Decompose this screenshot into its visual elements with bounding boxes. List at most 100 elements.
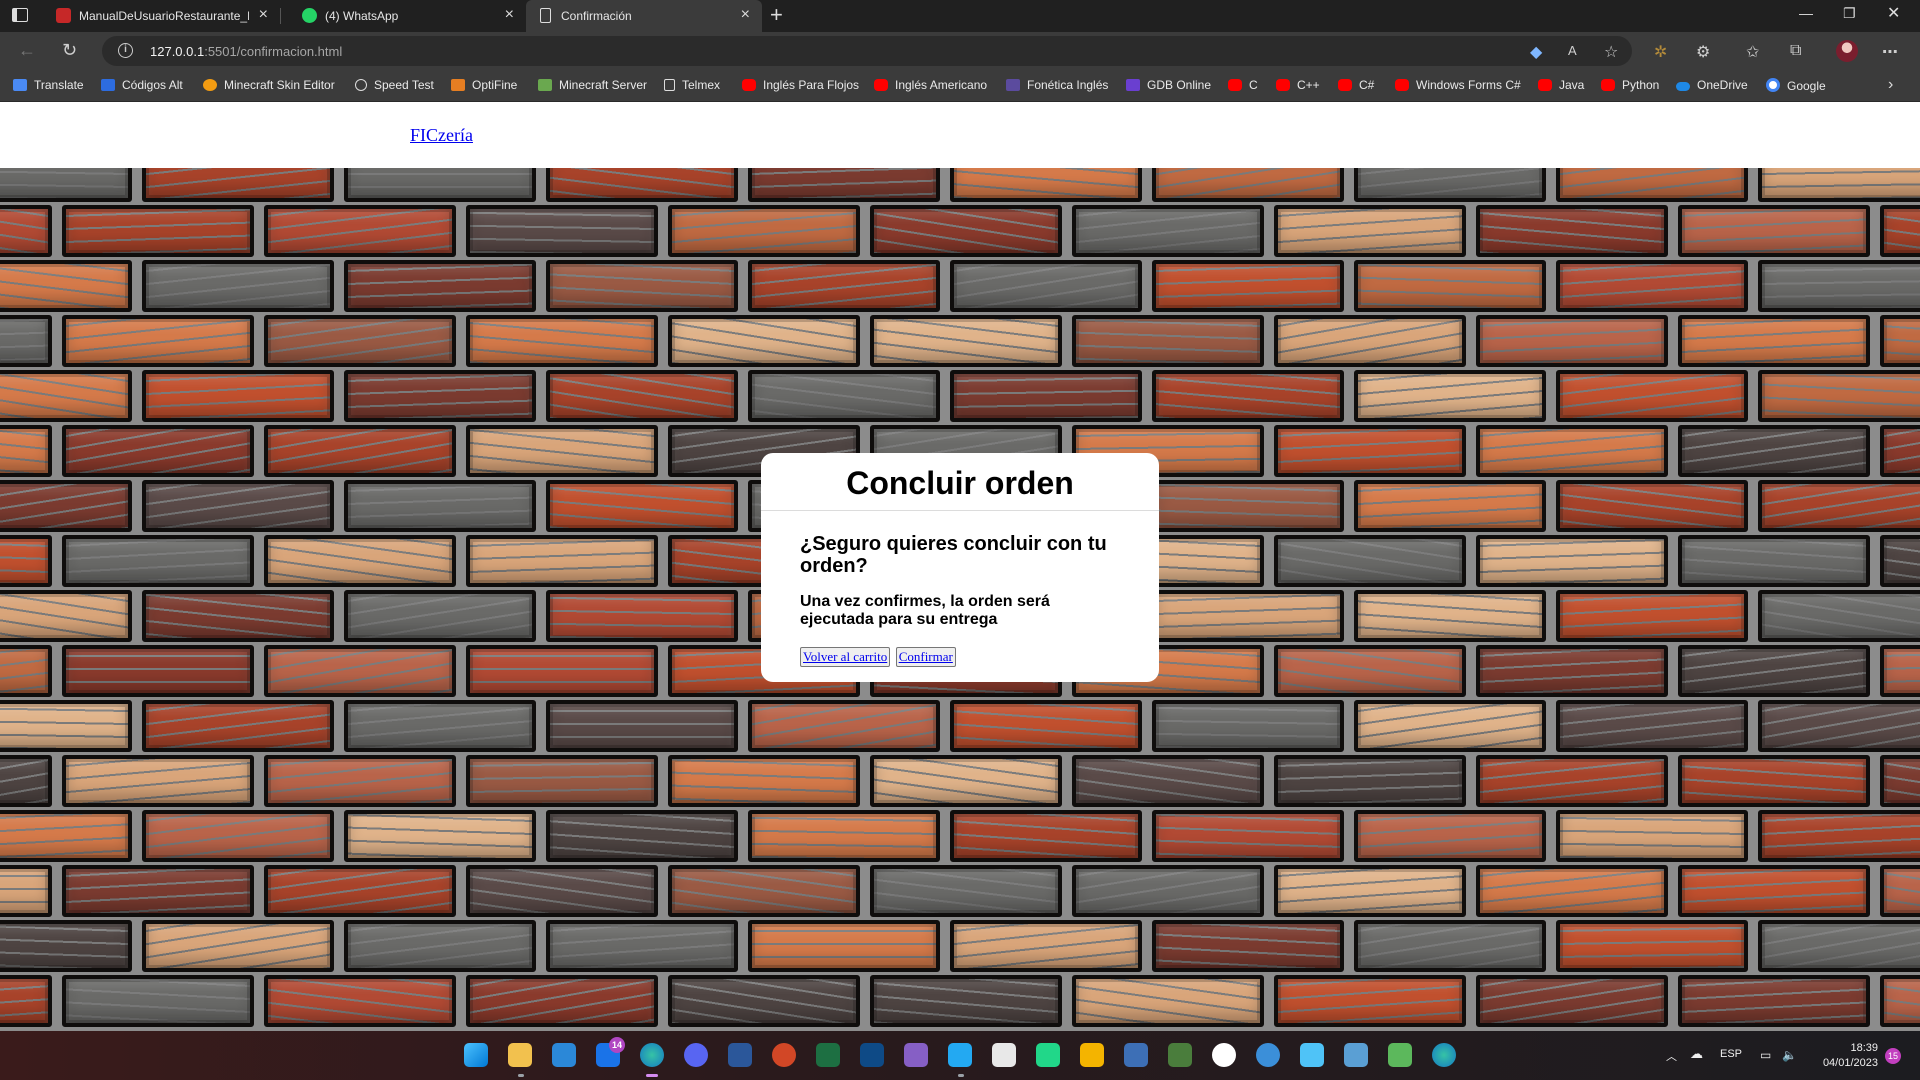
visual-studio-icon[interactable] bbox=[904, 1043, 928, 1067]
vscode-icon[interactable] bbox=[948, 1043, 972, 1067]
bookmark-codigos-alt[interactable]: Códigos Alt bbox=[101, 78, 183, 94]
shopping-tag-icon[interactable]: ◆ bbox=[1530, 42, 1542, 62]
favorite-star-icon[interactable]: ☆ bbox=[1604, 42, 1618, 62]
edge-icon[interactable] bbox=[640, 1043, 664, 1067]
file-explorer-icon[interactable] bbox=[508, 1043, 532, 1067]
extension-icon[interactable]: ✲ bbox=[1654, 42, 1667, 62]
minimize-icon[interactable]: — bbox=[1799, 5, 1813, 21]
discord-icon[interactable] bbox=[684, 1043, 708, 1067]
grass-block-icon[interactable] bbox=[1388, 1043, 1412, 1067]
brick bbox=[1758, 370, 1920, 422]
bookmark-google[interactable]: Google bbox=[1766, 78, 1826, 94]
bookmark-translate[interactable]: Translate bbox=[13, 78, 84, 94]
chevron-right-icon[interactable]: › bbox=[1888, 76, 1893, 94]
app-circle-icon[interactable] bbox=[1212, 1043, 1236, 1067]
minecraft-icon[interactable] bbox=[1168, 1043, 1192, 1067]
clock[interactable]: 18:39 04/01/2023 bbox=[1814, 1041, 1878, 1071]
edge-dev-icon[interactable] bbox=[1432, 1043, 1456, 1067]
back-to-cart-button[interactable]: Volver al carrito bbox=[800, 647, 891, 667]
brick bbox=[546, 168, 738, 202]
bookmark-c[interactable]: C bbox=[1228, 78, 1258, 94]
sql-icon[interactable] bbox=[1124, 1043, 1148, 1067]
brick bbox=[1476, 755, 1668, 807]
tab-whatsapp[interactable]: (4) WhatsApp × bbox=[290, 0, 526, 32]
globe-icon[interactable] bbox=[1256, 1043, 1280, 1067]
favorites-icon[interactable]: ✩ bbox=[1746, 42, 1759, 62]
dev-icon[interactable] bbox=[860, 1043, 884, 1067]
powerpoint-icon[interactable] bbox=[772, 1043, 796, 1067]
excel-icon[interactable] bbox=[816, 1043, 840, 1067]
brick bbox=[142, 700, 334, 752]
more-menu-icon[interactable]: ⋯ bbox=[1882, 42, 1898, 62]
bookmark-minecraft-server[interactable]: Minecraft Server bbox=[538, 78, 647, 94]
page-icon bbox=[540, 8, 551, 23]
brick bbox=[950, 920, 1142, 972]
site-info-icon[interactable]: i bbox=[118, 43, 133, 58]
store-icon[interactable] bbox=[552, 1043, 576, 1067]
new-tab-icon[interactable]: + bbox=[770, 2, 783, 28]
confirm-button[interactable]: Confirmar bbox=[895, 647, 956, 667]
brick bbox=[1354, 168, 1546, 202]
bookmark-speed-test[interactable]: Speed Test bbox=[355, 78, 434, 94]
bookmark-ingles-americano[interactable]: Inglés Americano bbox=[874, 78, 987, 94]
brick bbox=[142, 260, 334, 312]
dialog-actions: Volver al carrito Confirmar bbox=[800, 647, 957, 667]
bookmark-telmex[interactable]: Telmex bbox=[664, 78, 720, 94]
translate-icon bbox=[13, 79, 27, 91]
bookmark-csharp[interactable]: C# bbox=[1338, 78, 1374, 94]
brick bbox=[748, 810, 940, 862]
tab-manual-pdf[interactable]: ManualDeUsuarioRestaurante_Eq × bbox=[44, 0, 281, 32]
bookmark-fonetica-ingles[interactable]: Fonética Inglés bbox=[1006, 78, 1108, 94]
brick bbox=[0, 370, 132, 422]
bookmark-optifine[interactable]: OptiFine bbox=[451, 78, 517, 94]
bookmark-gdb-online[interactable]: GDB Online bbox=[1126, 78, 1211, 94]
start-icon[interactable] bbox=[464, 1043, 488, 1067]
brick bbox=[466, 205, 658, 257]
site-header: FICzería bbox=[0, 102, 1920, 168]
reload-icon[interactable]: ↻ bbox=[62, 40, 77, 61]
brick bbox=[1758, 700, 1920, 752]
brick bbox=[344, 810, 536, 862]
back-icon[interactable]: ← bbox=[18, 40, 36, 61]
brick-row bbox=[0, 260, 1920, 312]
notepad-icon[interactable] bbox=[1300, 1043, 1324, 1067]
tab-confirmacion[interactable]: Confirmación × bbox=[526, 0, 762, 32]
brick bbox=[1556, 370, 1748, 422]
brick bbox=[1152, 370, 1344, 422]
tab-close-icon[interactable]: × bbox=[505, 6, 514, 24]
network-icon[interactable]: ▭ bbox=[1760, 1048, 1771, 1062]
brick bbox=[870, 755, 1062, 807]
bookmark-ingles-para-flojos[interactable]: Inglés Para Flojos bbox=[742, 78, 859, 94]
pycharm-icon[interactable] bbox=[1036, 1043, 1060, 1067]
notification-badge[interactable]: 15 bbox=[1885, 1048, 1901, 1064]
bookmark-python[interactable]: Python bbox=[1601, 78, 1659, 94]
chevron-up-icon[interactable]: ︿ bbox=[1666, 1048, 1677, 1064]
bookmark-onedrive[interactable]: OneDrive bbox=[1676, 78, 1748, 94]
bookmark-windows-forms-csharp[interactable]: Windows Forms C# bbox=[1395, 78, 1521, 94]
address-field[interactable]: i 127.0.0.1:5501/confirmacion.html bbox=[102, 36, 1632, 66]
profile-avatar[interactable] bbox=[1836, 40, 1858, 62]
brick bbox=[1354, 810, 1546, 862]
paint-icon[interactable] bbox=[1080, 1043, 1104, 1067]
restore-icon[interactable]: ❐ bbox=[1843, 5, 1856, 22]
bookmark-minecraft-skin-editor[interactable]: Minecraft Skin Editor bbox=[203, 78, 335, 94]
word-icon[interactable] bbox=[728, 1043, 752, 1067]
extensions-puzzle-icon[interactable]: ⚙ bbox=[1696, 42, 1710, 62]
close-window-icon[interactable]: ✕ bbox=[1887, 3, 1900, 23]
language-indicator[interactable]: ESP bbox=[1720, 1048, 1742, 1060]
clock-time: 18:39 bbox=[1850, 1042, 1878, 1054]
onedrive-cloud-icon[interactable]: ☁ bbox=[1690, 1046, 1703, 1062]
tab-actions-icon[interactable] bbox=[12, 8, 28, 22]
read-aloud-icon[interactable]: A bbox=[1568, 43, 1577, 58]
brick bbox=[1880, 205, 1920, 257]
calculator-icon[interactable] bbox=[1344, 1043, 1368, 1067]
bookmark-java[interactable]: Java bbox=[1538, 78, 1584, 94]
collections-icon[interactable]: ⧉ bbox=[1790, 42, 1801, 60]
site-brand-link[interactable]: FICzería bbox=[410, 125, 473, 146]
volume-icon[interactable]: 🔈 bbox=[1782, 1048, 1797, 1062]
brick bbox=[466, 535, 658, 587]
app-cube-icon[interactable] bbox=[992, 1043, 1016, 1067]
tab-close-icon[interactable]: × bbox=[259, 6, 268, 24]
bookmark-cpp[interactable]: C++ bbox=[1276, 78, 1320, 94]
tab-close-icon[interactable]: × bbox=[741, 6, 750, 24]
